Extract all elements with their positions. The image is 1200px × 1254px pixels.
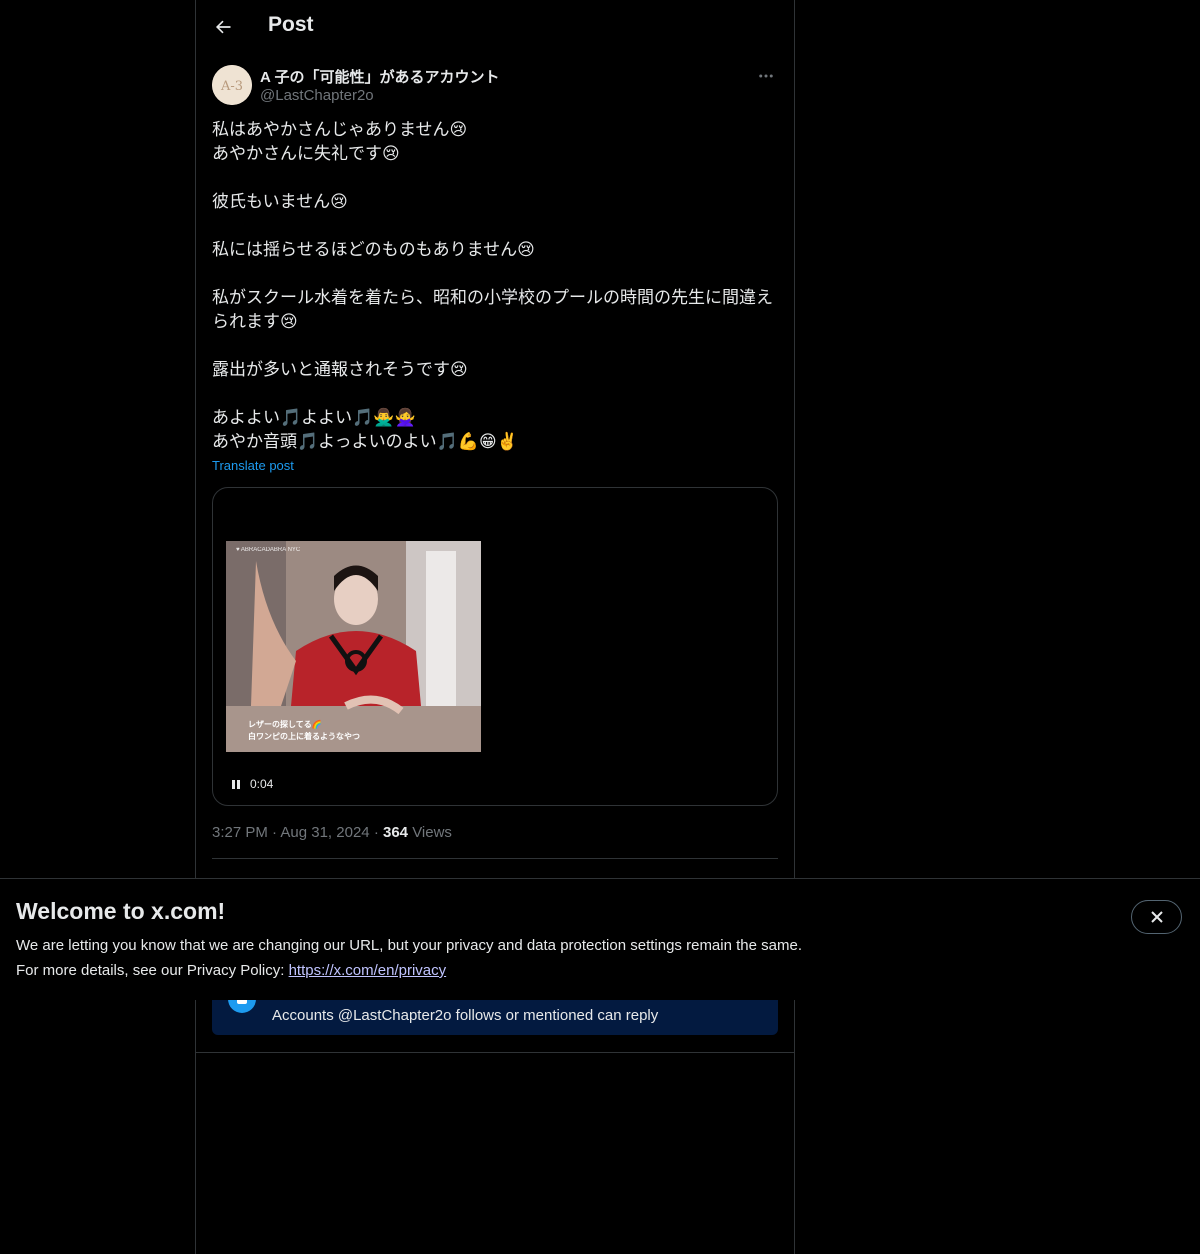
video-caption: レザーの探してる🌈 白ワンピの上に着るようなやつ xyxy=(248,719,360,743)
svg-text:A-3: A-3 xyxy=(220,79,243,94)
post-text-line xyxy=(212,166,778,190)
arrow-left-icon xyxy=(215,20,231,34)
banner-title: Welcome to x.com! xyxy=(16,898,226,924)
avatar[interactable]: A-3 xyxy=(212,65,252,105)
divider xyxy=(196,1052,794,1053)
avatar-logo: A-3 xyxy=(212,65,252,105)
post-meta: 3:27 PM · Aug 31, 2024 · 364 Views xyxy=(212,824,452,841)
video-caption-line: 白ワンピの上に着るようなやつ xyxy=(248,732,360,741)
back-button[interactable] xyxy=(208,10,238,44)
post-text-line: 私には揺らせるほどのものもありません😢 xyxy=(212,240,535,259)
video-caption-line: レザーの探してる🌈 xyxy=(248,720,322,729)
close-banner-button[interactable] xyxy=(1131,900,1182,934)
banner-text: For more details, see our Privacy Policy… xyxy=(16,962,289,979)
banner-text-line2: For more details, see our Privacy Policy… xyxy=(16,958,802,983)
video-elapsed-time: 0:04 xyxy=(250,777,274,791)
views-label: Views xyxy=(412,824,452,841)
post-text-line: 私がスクール水着を着たら、昭和の小学校のプールの時間の先生に間違え xyxy=(212,288,773,307)
post-text-line: 露出が多いと通報されそうです😢 xyxy=(212,360,468,379)
divider xyxy=(212,858,778,859)
banner-body: We are letting you know that we are chan… xyxy=(16,933,802,983)
video-frame[interactable]: ♥ ABRACADABRA NYC レザーの探してる🌈 白ワンピの上に着るような… xyxy=(226,541,481,752)
post-text-line: あやか音頭🎵よっよいのよい🎵💪😁✌️ xyxy=(212,432,518,451)
post-text: 私はあやかさんじゃありません😢 あやかさんに失礼です😢 彼氏もいません😢 私には… xyxy=(212,118,778,454)
url-change-banner: Welcome to x.com! We are letting you kno… xyxy=(0,878,1200,1000)
translate-post-link[interactable]: Translate post xyxy=(212,458,294,473)
post-author: A-3 A 子の「可能性」があるアカウント @LastChapter2o xyxy=(212,64,778,108)
close-icon xyxy=(1150,911,1163,923)
author-display-name[interactable]: A 子の「可能性」があるアカウント xyxy=(260,66,499,87)
pause-button[interactable] xyxy=(230,778,242,790)
video-controls: 0:04 xyxy=(230,776,273,792)
post-text-line xyxy=(212,382,778,406)
reply-restriction-text: Accounts @LastChapter2o follows or menti… xyxy=(272,1007,659,1024)
post-text-line: られます😢 xyxy=(212,312,298,331)
banner-text: We are letting you know that we are chan… xyxy=(16,937,802,954)
top-bar: Post xyxy=(196,0,794,54)
meta-separator: · xyxy=(373,824,379,841)
views-count: 364 xyxy=(382,824,409,841)
post-text-line xyxy=(212,334,778,358)
video-watermark: ♥ ABRACADABRA NYC xyxy=(236,547,301,553)
author-handle[interactable]: @LastChapter2o xyxy=(260,87,374,104)
post-text-line: あよよい🎵よよい🎵🙅‍♂️🙅‍♀️ xyxy=(212,408,416,427)
ellipsis-icon xyxy=(759,74,773,78)
post-date[interactable]: Aug 31, 2024 xyxy=(280,824,369,841)
meta-separator: · xyxy=(272,824,278,841)
post-time[interactable]: 3:27 PM xyxy=(212,824,268,841)
post-text-line: 私はあやかさんじゃありません😢 xyxy=(212,120,468,139)
more-options-button[interactable] xyxy=(754,64,778,88)
post-text-line: あやかさんに失礼です😢 xyxy=(212,144,400,163)
post-text-line xyxy=(212,262,778,286)
video-player[interactable]: ♥ ABRACADABRA NYC レザーの探してる🌈 白ワンピの上に着るような… xyxy=(212,487,778,806)
post-text-line xyxy=(212,214,778,238)
main-column: Post A-3 A 子の「可能性」があるアカウント @LastChapter2… xyxy=(195,0,795,1254)
page-title: Post xyxy=(268,13,314,36)
post-text-line: 彼氏もいません😢 xyxy=(212,192,348,211)
pause-icon xyxy=(232,779,240,789)
privacy-policy-link[interactable]: https://x.com/en/privacy xyxy=(289,962,447,979)
